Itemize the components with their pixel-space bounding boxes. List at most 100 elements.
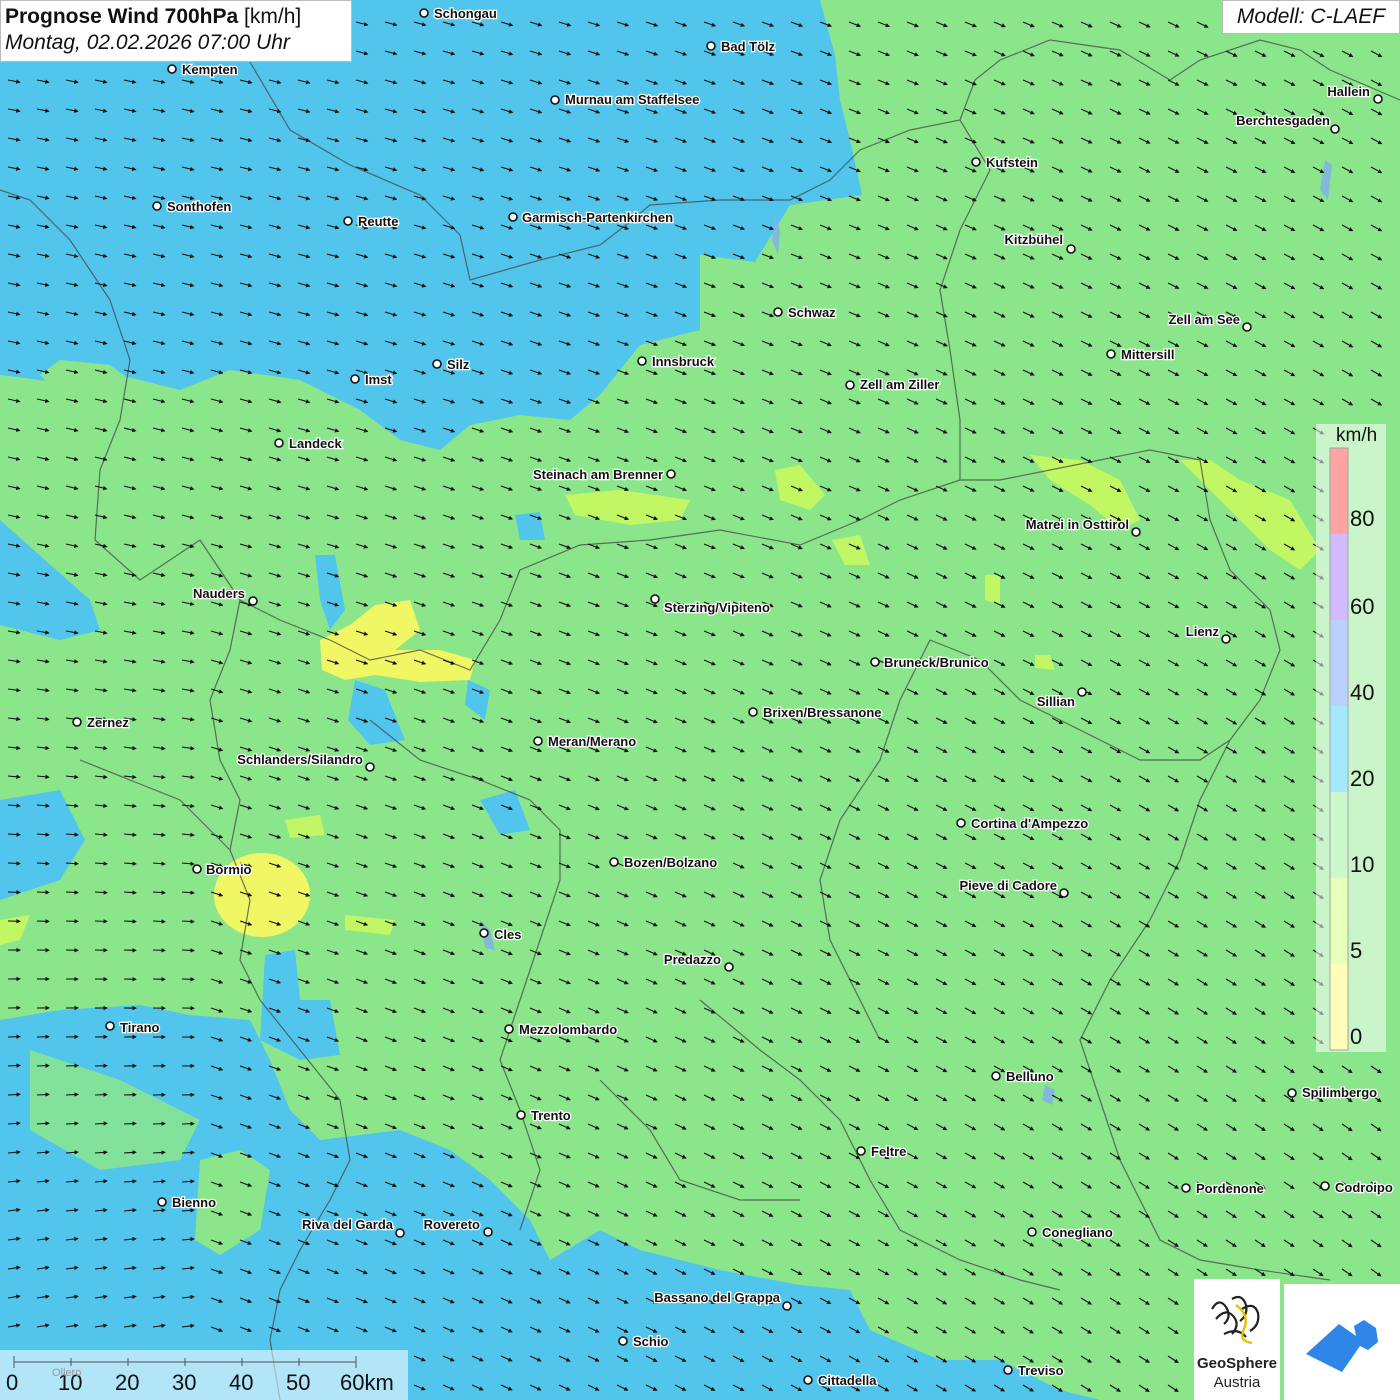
geosphere-logo-line1: GeoSphere [1196, 1355, 1278, 1372]
city-label: Steinach am Brenner [533, 467, 663, 482]
scale-label-30: 30 [172, 1370, 197, 1395]
city-dot [773, 307, 783, 317]
wind-arrow [65, 1092, 79, 1097]
city-label: Sterzing/Vipiteno [664, 600, 770, 615]
wind-arrow [94, 890, 108, 895]
city-dot [1330, 124, 1340, 134]
scale-label-60km: 60km [340, 1370, 394, 1395]
city-label: Pieve di Cadore [959, 878, 1057, 893]
city-label: Feltre [871, 1144, 906, 1159]
city-dot [504, 1024, 514, 1034]
city-marker: Brixen/Bressanone [748, 704, 883, 721]
legend-tick-10: 10 [1350, 852, 1375, 877]
city-marker: Bruneck/Brunico [870, 654, 990, 671]
city-label: Schwaz [788, 305, 836, 320]
city-dot [274, 438, 284, 448]
city-dot [157, 1197, 167, 1207]
city-marker: Zell am Ziller [845, 376, 941, 393]
city-label: Bormio [206, 862, 252, 877]
wind-arrow [7, 1092, 21, 1097]
city-marker: Meran/Merano [533, 733, 637, 750]
geosphere-logo-line2: Austria [1213, 1374, 1261, 1391]
legend-tick-0: 0 [1350, 1024, 1363, 1049]
geosphere-logo[interactable]: GeoSphere Austria [1194, 1279, 1280, 1400]
city-label: Bienno [172, 1195, 216, 1210]
city-marker: Mezzolombardo [504, 1021, 619, 1038]
city-dot [395, 1228, 405, 1238]
city-label: Cittadella [818, 1373, 877, 1388]
city-label: Reutte [358, 214, 398, 229]
city-dot [1221, 634, 1231, 644]
city-label: Belluno [1006, 1069, 1054, 1084]
city-label: Kitzbühel [1005, 232, 1064, 247]
city-dot [1287, 1088, 1297, 1098]
city-label: Rovereto [424, 1217, 480, 1232]
wind-arrow [94, 919, 108, 924]
city-marker: Murnau am Staffelsee [550, 91, 701, 108]
city-label: Sillian [1037, 694, 1075, 709]
city-marker: Spilimbergo [1287, 1084, 1378, 1101]
weather-app-logo[interactable] [1284, 1284, 1400, 1400]
city-label: Kufstein [986, 155, 1038, 170]
city-dot [508, 212, 518, 222]
wind-arrow [7, 1063, 21, 1068]
city-dot [1003, 1365, 1013, 1375]
city-label: Silz [447, 357, 470, 372]
city-label: Sonthofen [167, 199, 231, 214]
city-dot [72, 717, 82, 727]
scale-label-0: 0 [6, 1370, 19, 1395]
city-dot [350, 374, 360, 384]
legend-tick-5: 5 [1350, 938, 1363, 963]
legend-tick-40: 40 [1350, 680, 1375, 705]
city-label: Bassano del Grappa [654, 1290, 780, 1305]
city-label: Schio [633, 1334, 668, 1349]
city-label: Kempten [182, 62, 238, 77]
legend-tick-20: 20 [1350, 766, 1375, 791]
city-dot [748, 707, 758, 717]
city-dot [666, 469, 676, 479]
city-label: Landeck [289, 436, 343, 451]
wind-arrow [94, 1121, 108, 1126]
city-dot [706, 41, 716, 51]
city-label: Zernez [87, 715, 129, 730]
city-dot [1066, 244, 1076, 254]
map-title: Prognose Wind 700hPa [km/h] [5, 4, 347, 30]
model-label: Modell: C-LAEF [1222, 0, 1400, 34]
city-label: Brixen/Bressanone [763, 705, 882, 720]
city-label: Berchtesgaden [1236, 113, 1330, 128]
city-dot [167, 64, 177, 74]
city-label: Matrei in Osttirol [1026, 517, 1129, 532]
city-dot [479, 928, 489, 938]
city-label: Imst [365, 372, 392, 387]
wind-arrow [152, 919, 166, 924]
city-marker: Bozen/Bolzano [609, 854, 718, 871]
city-label: Meran/Merano [548, 734, 636, 749]
city-dot [782, 1301, 792, 1311]
wind-arrow [152, 948, 166, 953]
wind-arrow [181, 919, 195, 924]
city-label: Innsbruck [652, 354, 715, 369]
city-dot [533, 736, 543, 746]
city-dot [192, 864, 202, 874]
city-label: Spilimbergo [1302, 1085, 1377, 1100]
city-dot [845, 380, 855, 390]
city-dot [1027, 1227, 1037, 1237]
city-label: Lienz [1186, 624, 1220, 639]
title-box: Prognose Wind 700hPa [km/h] Montag, 02.0… [0, 0, 352, 62]
wind-arrow [181, 1150, 195, 1155]
scale-bar: 0 10 20 30 40 50 60km Ollero [0, 1350, 408, 1400]
city-label: Bruneck/Brunico [884, 655, 989, 670]
city-label: Tirano [120, 1020, 160, 1035]
city-label: Bozen/Bolzano [624, 855, 717, 870]
city-dot [1131, 527, 1141, 537]
map-title-main: Prognose Wind 700hPa [5, 5, 239, 28]
city-label: Trento [531, 1108, 571, 1123]
city-label: Hallein [1327, 84, 1370, 99]
city-label: Schlanders/Silandro [237, 752, 363, 767]
city-dot [248, 596, 258, 606]
scale-label-20: 20 [115, 1370, 140, 1395]
legend-tick-80: 80 [1350, 506, 1375, 531]
scale-label-40: 40 [229, 1370, 254, 1395]
city-label: Zell am See [1168, 312, 1240, 327]
city-label: Murnau am Staffelsee [565, 92, 699, 107]
